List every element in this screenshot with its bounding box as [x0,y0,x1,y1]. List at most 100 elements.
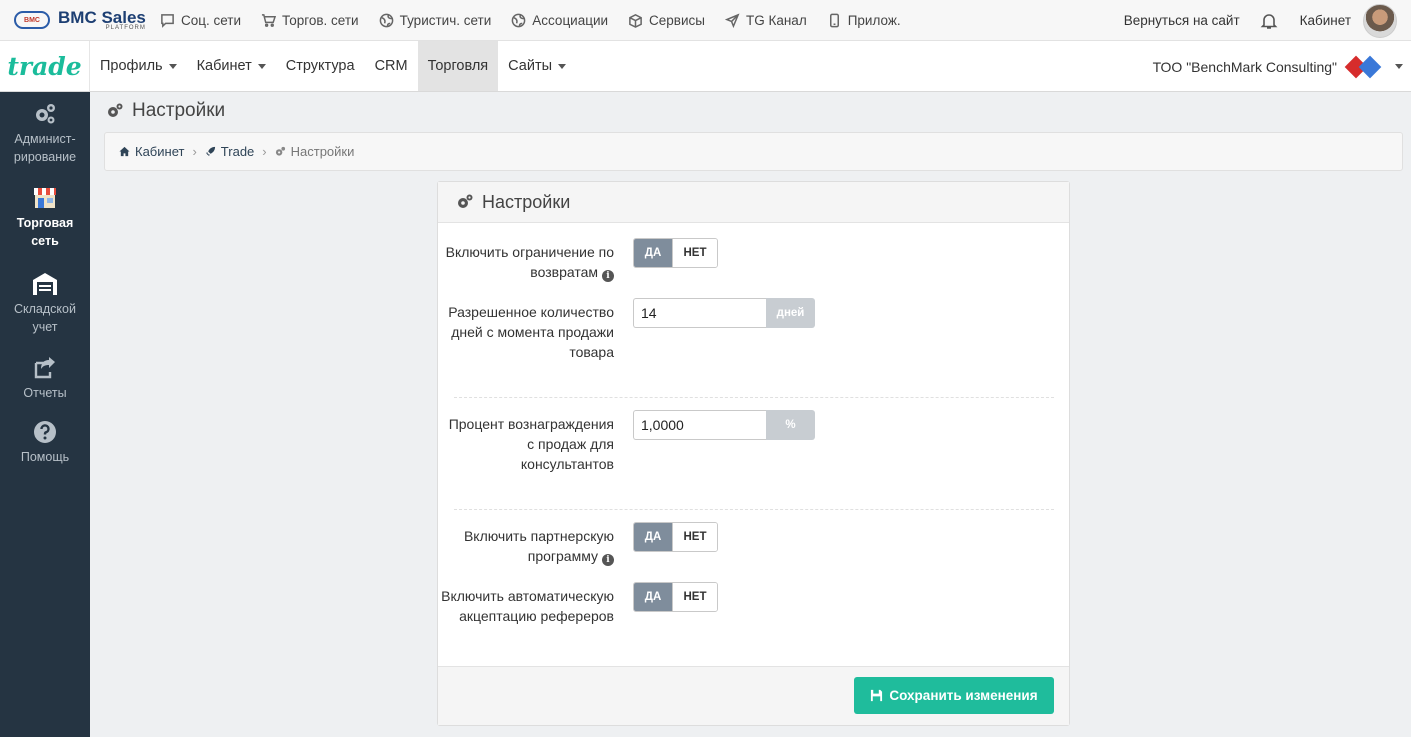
toplink-social[interactable]: Соц. сети [160,13,241,28]
brand-name: BMC Sales [58,8,146,27]
menu-crm[interactable]: CRM [365,41,418,91]
page-title: Настройки [106,100,225,122]
menu-structure[interactable]: Структура [276,41,365,91]
company-name: ТОО "BenchMark Consulting" [1152,58,1337,75]
phone-icon [829,13,839,27]
breadcrumb-settings: Настройки [275,144,355,159]
toplink-label: Туристич. сети [399,12,492,28]
menu-cabinet[interactable]: Кабинет [187,41,276,91]
menu-profile[interactable]: Профиль [90,41,187,91]
toplink-label: Сервисы [649,12,705,28]
top-bar: BMC BMC Sales PLATFORM Соц. сети Торгов.… [0,0,1411,41]
bell-icon[interactable] [1260,12,1278,30]
days-addon: дней [766,298,815,328]
menu-label: Торговля [427,58,489,74]
globe-icon [379,13,393,27]
menu-sites[interactable]: Сайты [498,41,576,91]
menu-label: Структура [285,58,355,74]
sidebar-item-admin[interactable]: Админист-рирование [0,100,90,166]
toggle-no[interactable]: НЕТ [672,523,717,551]
caret-down-icon [168,63,177,69]
sidebar-item-label: Админист-рирование [13,132,77,164]
breadcrumb: Кабинет › Trade › Настройки [104,132,1403,171]
toggle-yes[interactable]: ДА [634,523,672,551]
breadcrumb-label: Настройки [290,144,355,159]
reward-percent-group: % [633,410,815,440]
toplink-apps[interactable]: Прилож. [827,13,901,28]
caret-down-icon [1395,64,1403,69]
partner-program-toggle[interactable]: ДА НЕТ [633,522,718,552]
menu-label: Сайты [508,58,553,74]
info-icon[interactable]: i [602,554,614,566]
divider [454,397,1054,398]
sidebar: Админист-рирование Торговая сеть Складск… [0,92,90,737]
gears-icon [458,194,473,208]
reward-percent-label: Процент вознаграждения с продаж для конс… [448,416,614,472]
caret-down-icon [558,63,567,69]
cart-icon [261,13,277,27]
menu-label: Профиль [100,58,163,74]
toggle-no[interactable]: НЕТ [672,239,717,267]
toplink-label: Соц. сети [181,12,242,28]
returns-limit-toggle[interactable]: ДА НЕТ [633,238,718,268]
auto-accept-toggle[interactable]: ДА НЕТ [633,582,718,612]
toggle-no[interactable]: НЕТ [672,583,717,611]
sidebar-item-reports[interactable]: Отчеты [0,354,90,402]
company-selector[interactable]: ТОО "BenchMark Consulting" [1153,41,1403,92]
sidebar-item-label: Отчеты [23,386,67,400]
cabinet-link[interactable]: Кабинет [1300,13,1351,28]
trade-logo[interactable]: trade [0,41,90,91]
allowed-days-input[interactable] [633,298,766,328]
toplink-services[interactable]: Сервисы [628,13,705,28]
allowed-days-label: Разрешенное количество дней с момента пр… [448,304,614,360]
sidebar-item-store[interactable]: Торговая сеть [0,184,90,250]
panel-title: Настройки [482,191,571,212]
divider [454,509,1054,510]
allowed-days-group: дней [633,298,815,328]
sidebar-item-label: Торговая сеть [16,216,74,248]
breadcrumb-label: Trade [220,144,255,159]
back-to-site-link[interactable]: Вернуться на сайт [1124,13,1240,28]
breadcrumb-separator: › [192,144,197,159]
menu-trade[interactable]: Торговля [417,41,499,91]
chat-icon [161,13,174,28]
toplink-trade[interactable]: Торгов. сети [261,13,359,28]
toplink-associations[interactable]: Ассоциации [511,13,608,28]
breadcrumb-trade[interactable]: Trade [205,144,254,159]
toplink-label: TG Канал [745,12,807,28]
toggle-yes[interactable]: ДА [634,239,672,267]
breadcrumb-separator: › [262,144,267,159]
info-icon[interactable]: i [602,270,614,282]
toplink-label: Ассоциации [532,12,609,28]
toplink-tg-channel[interactable]: TG Канал [724,12,807,28]
breadcrumb-cabinet[interactable]: Кабинет [119,144,184,159]
auto-accept-label: Включить автоматическую акцептацию рефер… [441,588,614,624]
toggle-yes[interactable]: ДА [634,583,672,611]
send-icon [724,12,740,28]
gears-icon [36,104,55,124]
reward-percent-input[interactable] [633,410,766,440]
toplink-label: Прилож. [847,12,901,28]
bmc-logo: BMC [14,11,50,29]
avatar[interactable] [1363,3,1397,38]
rocket-icon [205,146,215,157]
menu-label: Кабинет [196,58,252,74]
breadcrumb-label: Кабинет [135,144,185,159]
returns-limit-label: Включить ограничение по возвратам i [445,244,614,282]
home-icon [119,146,130,157]
save-button[interactable]: Сохранить изменения [854,677,1054,714]
panel-footer: Сохранить изменения [438,666,1069,725]
brand[interactable]: BMC BMC Sales PLATFORM [0,9,160,31]
sidebar-item-label: Складской учет [14,302,76,334]
sidebar-item-warehouse[interactable]: Складской учет [0,270,90,336]
main-nav: trade Профиль Кабинет Структура CRM Торг… [0,41,1411,92]
warehouse-icon [33,273,57,295]
box-icon [629,13,642,28]
caret-down-icon [257,63,266,69]
company-logo [1344,55,1387,78]
menu-label: CRM [374,58,408,74]
sidebar-item-help[interactable]: Помощь [0,418,90,466]
partner-program-label: Включить партнерскую программу i [463,528,614,566]
toplink-tourism[interactable]: Туристич. сети [379,12,492,28]
toplink-label: Торгов. сети [282,12,359,28]
